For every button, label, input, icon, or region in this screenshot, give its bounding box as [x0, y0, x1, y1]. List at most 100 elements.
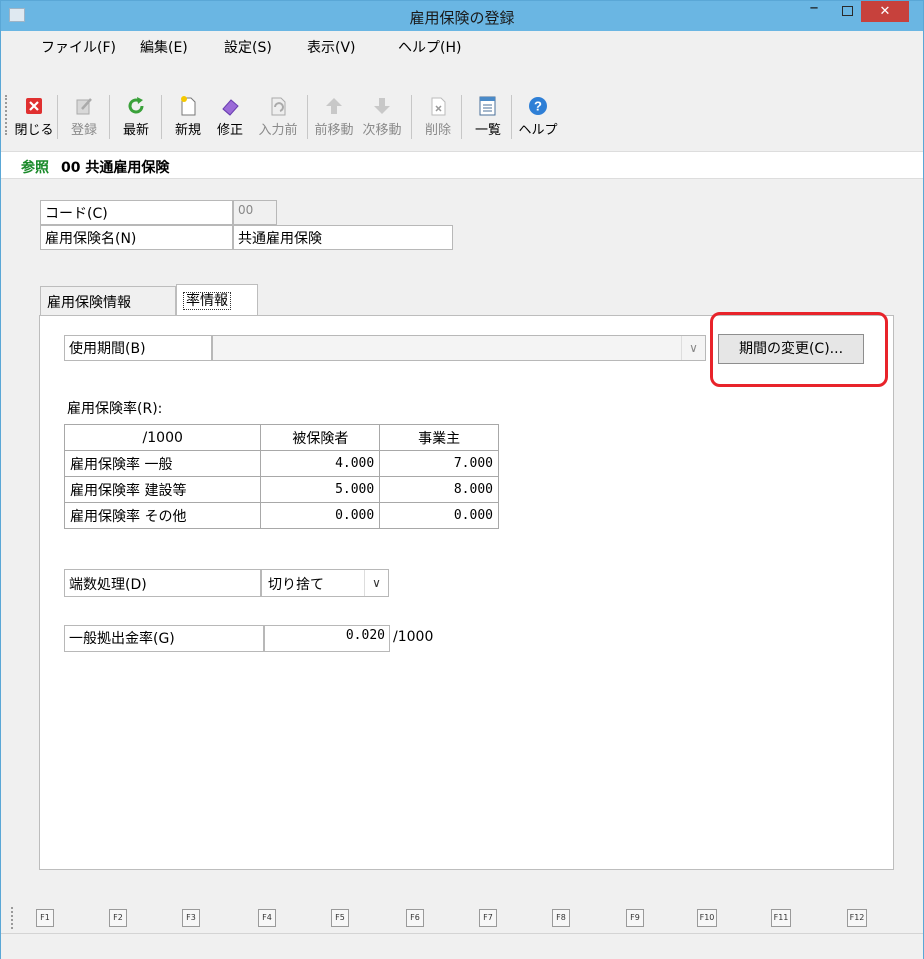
help-button[interactable]: ? ヘルプ — [515, 95, 561, 138]
insured-rate-cell[interactable]: 5.000 — [260, 476, 381, 503]
f4-key[interactable]: F4 — [258, 909, 276, 927]
toolbar: 閉じる 登録 最新 新規 修正 入力前 前移動 次移動 削除 一覧 ? ヘルプ — [1, 59, 923, 147]
undo-input-button[interactable]: 入力前 — [255, 95, 301, 138]
general-contribution-label: 一般拠出金率(G) — [64, 625, 264, 652]
f10-key[interactable]: F10 — [697, 909, 717, 927]
close-window-button[interactable]: ✕ — [861, 1, 909, 22]
rounding-value: 切り捨て — [268, 577, 324, 593]
refresh-icon — [128, 97, 144, 114]
table-header-row: /1000 被保険者 事業主 — [63, 424, 499, 451]
insurance-rate-caption: 雇用保険率(R): — [67, 401, 163, 417]
column-header: 事業主 — [379, 424, 499, 451]
status-bar — [1, 933, 923, 959]
general-contribution-field[interactable]: 0.020 — [264, 625, 390, 652]
register-button-label: 登録 — [70, 123, 97, 138]
new-button[interactable]: 新規 — [165, 95, 211, 138]
arrow-down-icon — [374, 98, 390, 114]
chevron-down-icon[interactable]: ∨ — [681, 336, 705, 360]
f5-key[interactable]: F5 — [331, 909, 349, 927]
next-record-button-label: 次移動 — [362, 123, 402, 138]
insured-rate-cell[interactable]: 0.000 — [260, 502, 381, 529]
employer-rate-cell[interactable]: 8.000 — [379, 476, 499, 503]
function-key-bar: F1 F2 F3 F4 F5 F6 F7 F8 F9 F10 F11 F12 — [1, 899, 923, 933]
table-row: 雇用保険率 その他 0.000 0.000 — [63, 502, 499, 529]
refresh-button[interactable]: 最新 — [113, 95, 159, 138]
list-button-label: 一覧 — [474, 123, 501, 138]
insurance-rate-table: /1000 被保険者 事業主 雇用保険率 一般 4.000 7.000 雇用保険… — [63, 424, 499, 529]
close-icon — [26, 98, 42, 114]
prev-record-button-label: 前移動 — [314, 123, 354, 138]
row-label: 雇用保険率 一般 — [63, 450, 262, 477]
f12-key[interactable]: F12 — [847, 909, 867, 927]
menu-file[interactable]: ファイル(F) — [41, 37, 116, 57]
f6-key[interactable]: F6 — [406, 909, 424, 927]
f11-key[interactable]: F11 — [771, 909, 791, 927]
f1-key[interactable]: F1 — [36, 909, 54, 927]
usage-period-select[interactable]: ∨ — [212, 335, 706, 361]
tab-employment-insurance-info[interactable]: 雇用保険情報 — [40, 286, 176, 315]
list-window-icon — [479, 96, 496, 116]
row-label: 雇用保険率 その他 — [63, 502, 262, 529]
insured-rate-cell[interactable]: 4.000 — [260, 450, 381, 477]
app-window: 雇用保険の登録 – ✕ ファイル(F) 編集(E) 設定(S) 表示(V) ヘル… — [0, 0, 924, 959]
name-label: 雇用保険名(N) — [40, 225, 233, 250]
table-row: 雇用保険率 一般 4.000 7.000 — [63, 450, 499, 477]
general-contribution-unit: /1000 — [393, 629, 434, 645]
column-header: /1000 — [63, 424, 262, 451]
fkey-grip — [11, 907, 13, 929]
menu-bar: ファイル(F) 編集(E) 設定(S) 表示(V) ヘルプ(H) — [1, 31, 923, 59]
rounding-label: 端数処理(D) — [64, 569, 261, 597]
new-button-label: 新規 — [174, 123, 201, 138]
edit-button-label: 修正 — [216, 123, 243, 138]
record-title: 00 共通雇用保険 — [61, 160, 170, 176]
delete-button[interactable]: 削除 — [415, 95, 461, 138]
table-row: 雇用保険率 建設等 5.000 8.000 — [63, 476, 499, 503]
f3-key[interactable]: F3 — [182, 909, 200, 927]
eraser-icon — [222, 99, 239, 116]
svg-text:?: ? — [534, 99, 542, 114]
employer-rate-cell[interactable]: 0.000 — [379, 502, 499, 529]
toolbar-grip[interactable] — [5, 95, 7, 135]
code-label: コード(C) — [40, 200, 233, 225]
delete-document-icon — [431, 97, 446, 116]
register-icon — [76, 98, 92, 115]
menu-view[interactable]: 表示(V) — [307, 37, 356, 57]
column-header: 被保険者 — [260, 424, 381, 451]
register-button[interactable]: 登録 — [61, 95, 107, 138]
f9-key[interactable]: F9 — [626, 909, 644, 927]
delete-button-label: 削除 — [424, 123, 451, 138]
help-icon: ? — [529, 97, 547, 115]
edit-button[interactable]: 修正 — [207, 95, 253, 138]
code-field: 00 — [233, 200, 277, 225]
menu-help[interactable]: ヘルプ(H) — [398, 37, 461, 57]
name-field[interactable]: 共通雇用保険 — [233, 225, 453, 250]
chevron-down-icon[interactable]: ∨ — [364, 570, 388, 596]
minimize-button[interactable]: – — [799, 0, 829, 22]
record-header: 参照 00 共通雇用保険 — [1, 151, 923, 179]
list-button[interactable]: 一覧 — [465, 95, 511, 138]
maximize-icon — [842, 6, 853, 16]
row-label: 雇用保険率 建設等 — [63, 476, 262, 503]
f7-key[interactable]: F7 — [479, 909, 497, 927]
f2-key[interactable]: F2 — [109, 909, 127, 927]
arrow-up-icon — [326, 98, 342, 114]
help-button-label: ヘルプ — [518, 123, 558, 138]
close-button-label: 閉じる — [14, 123, 54, 138]
usage-period-label: 使用期間(B) — [64, 335, 212, 361]
menu-settings[interactable]: 設定(S) — [224, 37, 272, 57]
maximize-button[interactable] — [833, 1, 861, 22]
employer-rate-cell[interactable]: 7.000 — [379, 450, 499, 477]
tab-rate-info[interactable]: 率情報 — [176, 284, 258, 316]
close-button[interactable]: 閉じる — [11, 95, 57, 138]
title-bar[interactable]: 雇用保険の登録 – ✕ — [1, 0, 923, 31]
menu-edit[interactable]: 編集(E) — [140, 37, 188, 57]
highlight-annotation — [710, 312, 888, 387]
undo-input-button-label: 入力前 — [258, 123, 298, 138]
new-document-icon — [181, 96, 196, 116]
rounding-select[interactable]: 切り捨て ∨ — [261, 569, 389, 597]
prev-record-button[interactable]: 前移動 — [311, 95, 357, 138]
next-record-button[interactable]: 次移動 — [359, 95, 405, 138]
f8-key[interactable]: F8 — [552, 909, 570, 927]
refresh-button-label: 最新 — [122, 123, 149, 138]
tab-rate-info-label: 率情報 — [183, 292, 231, 310]
